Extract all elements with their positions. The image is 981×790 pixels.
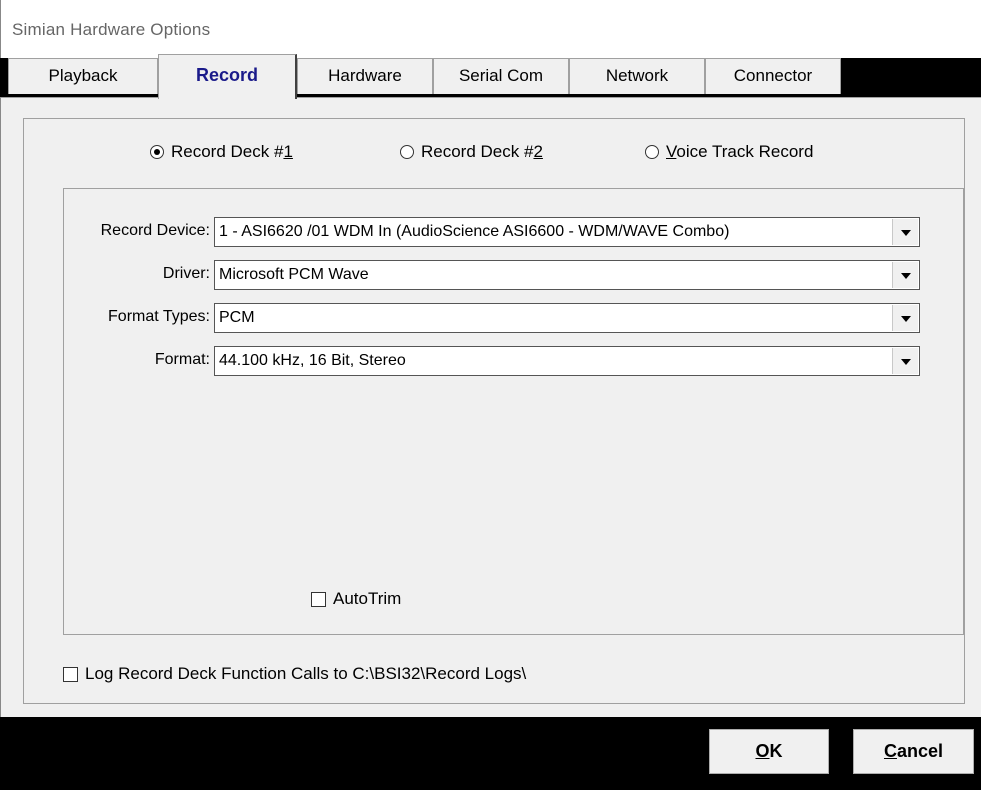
tab-hardware[interactable]: Hardware [297,58,433,94]
radio-accel: 1 [283,142,293,161]
chevron-down-icon[interactable] [892,305,918,331]
autotrim-checkbox[interactable]: AutoTrim [311,589,401,609]
checkbox-unchecked-icon [311,591,326,607]
button-bar [0,717,981,790]
chevron-down-icon[interactable] [892,348,918,374]
driver-combo[interactable]: Microsoft PCM Wave [214,260,920,290]
radio-selected-icon [150,145,164,159]
voice-track-record-radio[interactable]: Voice Track Record [645,140,813,164]
window-title: Simian Hardware Options [12,20,211,39]
radio-accel: 2 [533,142,543,161]
format-types-label: Format Types: [108,308,210,325]
driver-value: Microsoft PCM Wave [219,266,369,283]
radio-unselected-icon [645,145,659,159]
autotrim-label: AutoTrim [333,589,402,608]
cancel-label: ancel [896,741,944,761]
chevron-down-icon[interactable] [892,262,918,288]
radio-label: Record Deck # [171,142,284,161]
cancel-accel: C [883,741,897,761]
log-calls-label: Log Record Deck Function Calls to C:\BSI… [85,664,527,683]
chevron-down-icon[interactable] [892,219,918,245]
ok-button[interactable]: OK [709,729,829,774]
radio-label: Record Deck # [421,142,534,161]
record-device-combo[interactable]: 1 - ASI6620 /01 WDM In (AudioScience ASI… [214,217,920,247]
format-combo[interactable]: 44.100 kHz, 16 Bit, Stereo [214,346,920,376]
cancel-button[interactable]: Cancel [853,729,974,774]
radio-accel: V [666,142,677,161]
ok-label: K [769,741,783,761]
record-deck-1-radio[interactable]: Record Deck #1 [150,140,293,164]
tab-playback[interactable]: Playback [8,58,158,94]
tab-serial-com[interactable]: Serial Com [433,58,569,94]
format-label: Format: [154,351,210,368]
radio-label: oice Track Record [676,142,814,161]
title-bar: Simian Hardware Options [0,0,981,58]
radio-unselected-icon [400,145,414,159]
format-value: 44.100 kHz, 16 Bit, Stereo [219,352,406,369]
checkbox-unchecked-icon [63,666,78,682]
format-types-value: PCM [219,309,255,326]
tab-record[interactable]: Record [158,54,297,99]
tab-strip: Playback Record Hardware Serial Com Netw… [0,54,981,99]
record-device-label: Record Device: [100,222,210,239]
driver-label: Driver: [162,265,210,282]
record-device-value: 1 - ASI6620 /01 WDM In (AudioScience ASI… [219,223,730,240]
tab-network[interactable]: Network [569,58,705,94]
tab-connector[interactable]: Connector [705,58,841,94]
ok-accel: O [755,741,770,761]
log-calls-checkbox[interactable]: Log Record Deck Function Calls to C:\BSI… [63,664,526,684]
record-deck-2-radio[interactable]: Record Deck #2 [400,140,543,164]
format-types-combo[interactable]: PCM [214,303,920,333]
record-settings-group [63,188,964,635]
